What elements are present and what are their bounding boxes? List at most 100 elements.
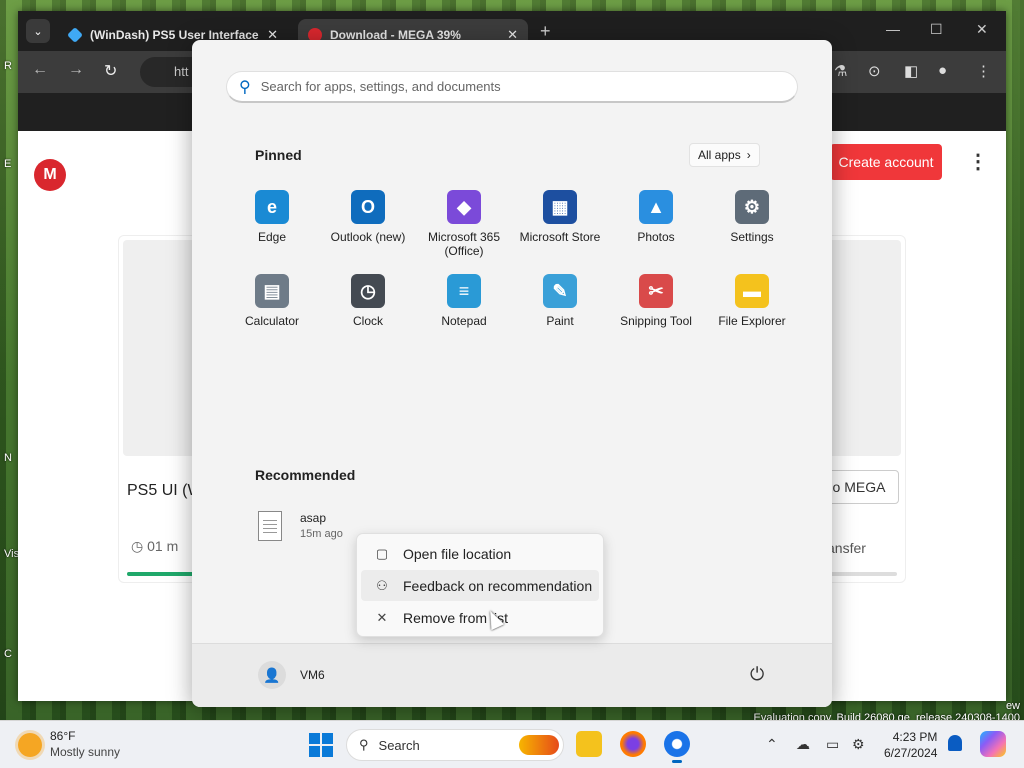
user-avatar[interactable]: 👤 (258, 661, 286, 689)
chrome-taskbar-icon[interactable] (664, 731, 690, 763)
back-icon[interactable]: ← (32, 61, 48, 79)
desktop-icon-label[interactable]: Vis (4, 548, 19, 560)
app-label: File Explorer (718, 314, 786, 328)
outlook-icon: O (351, 190, 385, 224)
display-icon[interactable]: ▭ (826, 736, 839, 753)
url-text: htt (174, 64, 189, 79)
clock-icon: ◷ (351, 274, 385, 308)
mega-logo[interactable]: M (34, 159, 66, 191)
download-icon[interactable]: ⊙ (868, 62, 881, 80)
create-account-button[interactable]: Create account (830, 144, 942, 180)
store-icon: ▦ (543, 190, 577, 224)
start-search-input[interactable] (260, 79, 761, 94)
chevron-up-icon[interactable]: ⌃ (766, 736, 778, 753)
folder-icon: ▬ (735, 274, 769, 308)
pinned-app-photos[interactable]: ▲ Photos (608, 190, 704, 244)
app-label: Photos (637, 230, 675, 244)
taskbar-search[interactable]: ⚲ Search (346, 729, 564, 761)
labs-icon[interactable]: ⚗ (834, 62, 847, 80)
app-label: Microsoft 365 (Office) (427, 230, 501, 258)
minimize-icon[interactable]: — (886, 21, 900, 37)
feedback-icon: ⚇ (376, 577, 388, 593)
pinned-app-edge[interactable]: e Edge (224, 190, 320, 244)
pinned-app-m365[interactable]: ◆ Microsoft 365 (Office) (416, 190, 512, 258)
close-icon: ✕ (376, 609, 388, 625)
pinned-app-store[interactable]: ▦ Microsoft Store (512, 190, 608, 244)
search-icon: ⚲ (239, 78, 251, 96)
reload-icon[interactable]: ↻ (104, 61, 117, 81)
all-apps-button[interactable]: All apps › (689, 143, 760, 167)
more-options-icon[interactable]: ⋮ (968, 149, 988, 174)
start-footer: 👤 VM6 ⏻ (192, 643, 832, 707)
start-search-box[interactable]: ⚲ (226, 71, 798, 103)
taskbar-search-label: Search (378, 737, 420, 753)
search-highlight-icon (519, 735, 559, 755)
recommended-item[interactable]: asap 15m ago (258, 511, 343, 541)
profile-icon[interactable]: ● (938, 62, 947, 79)
taskbar-clock[interactable]: 4:23 PM 6/27/2024 (884, 729, 937, 761)
clock-time: 4:23 PM (892, 730, 938, 744)
maximize-icon[interactable]: ☐ (930, 21, 943, 38)
weather-widget[interactable]: 86°F Mostly sunny (18, 729, 120, 759)
feedback-menu-item[interactable]: ⚇ Feedback on recommendation (361, 570, 599, 601)
network-icon[interactable]: ⚙ (852, 736, 865, 753)
cloud-offline-icon[interactable]: ☁ (796, 736, 810, 753)
recommendation-context-menu: ▢ Open file location ⚇ Feedback on recom… (356, 533, 604, 637)
app-label: Calculator (244, 314, 300, 328)
pinned-app-notepad[interactable]: ≡ Notepad (416, 274, 512, 328)
open-file-location-menu-item[interactable]: ▢ Open file location (361, 538, 599, 569)
app-label: Edge (257, 230, 287, 244)
desktop-icon-label[interactable]: R (4, 60, 12, 72)
app-label: Clock (352, 314, 383, 328)
clock-date: 6/27/2024 (884, 746, 938, 760)
forward-icon[interactable]: → (68, 61, 84, 79)
tab-search-button[interactable]: ⌄ (26, 19, 50, 43)
calculator-icon: ▤ (255, 274, 289, 308)
power-icon[interactable]: ⏻ (750, 664, 764, 685)
recommended-heading: Recommended (255, 467, 356, 483)
all-apps-label: All apps (698, 148, 741, 162)
edge-icon: e (255, 190, 289, 224)
m365-icon: ◆ (447, 190, 481, 224)
sidepanel-icon[interactable]: ◧ (904, 62, 918, 80)
time-remaining: ◷ 01 m (131, 538, 179, 554)
document-icon (258, 511, 282, 541)
remove-from-list-menu-item[interactable]: ✕ Remove from list (361, 602, 599, 633)
pinned-heading: Pinned (255, 147, 302, 163)
desktop-icon-label[interactable]: C (4, 648, 12, 660)
pinned-app-outlook[interactable]: O Outlook (new) (320, 190, 416, 244)
transfer-label: ansfer (827, 540, 866, 556)
snipping-icon: ✂ (639, 274, 673, 308)
taskbar: 86°F Mostly sunny ⚲ Search ⌃ ☁ ▭ ⚙ 4:23 … (0, 720, 1024, 768)
chevron-right-icon: › (746, 148, 751, 162)
recommended-item-name: asap (300, 511, 327, 525)
file-explorer-taskbar-icon[interactable] (576, 731, 602, 757)
app-label: Outlook (new) (330, 230, 406, 244)
app-label: Snipping Tool (620, 314, 692, 328)
notepad-icon: ≡ (447, 274, 481, 308)
sun-icon (18, 733, 42, 757)
app-label: Microsoft Store (519, 230, 601, 244)
pinned-app-snipping[interactable]: ✂ Snipping Tool (608, 274, 704, 328)
start-button[interactable] (309, 733, 333, 757)
firefox-taskbar-icon[interactable] (620, 731, 646, 757)
weather-condition: Mostly sunny (50, 745, 121, 759)
pinned-app-clock[interactable]: ◷ Clock (320, 274, 416, 328)
user-name[interactable]: VM6 (300, 668, 325, 682)
desktop-icon-label[interactable]: E (4, 158, 11, 170)
pinned-app-folder[interactable]: ▬ File Explorer (704, 274, 800, 328)
notification-bell-icon[interactable] (948, 735, 962, 751)
pinned-app-gear[interactable]: ⚙ Settings (704, 190, 800, 244)
copilot-icon[interactable] (980, 731, 1006, 757)
menu-icon[interactable]: ⋮ (976, 62, 991, 80)
folder-open-icon: ▢ (375, 545, 389, 561)
close-window-icon[interactable]: ✕ (976, 21, 988, 38)
pinned-app-calculator[interactable]: ▤ Calculator (224, 274, 320, 328)
desktop-icon-label[interactable]: N (4, 452, 12, 464)
menu-item-label: Feedback on recommendation (403, 577, 593, 594)
app-label: Notepad (441, 314, 487, 328)
recommended-item-time: 15m ago (300, 528, 343, 540)
app-label: Paint (546, 314, 574, 328)
pinned-app-paint[interactable]: ✎ Paint (512, 274, 608, 328)
new-tab-icon[interactable]: + (540, 21, 551, 42)
